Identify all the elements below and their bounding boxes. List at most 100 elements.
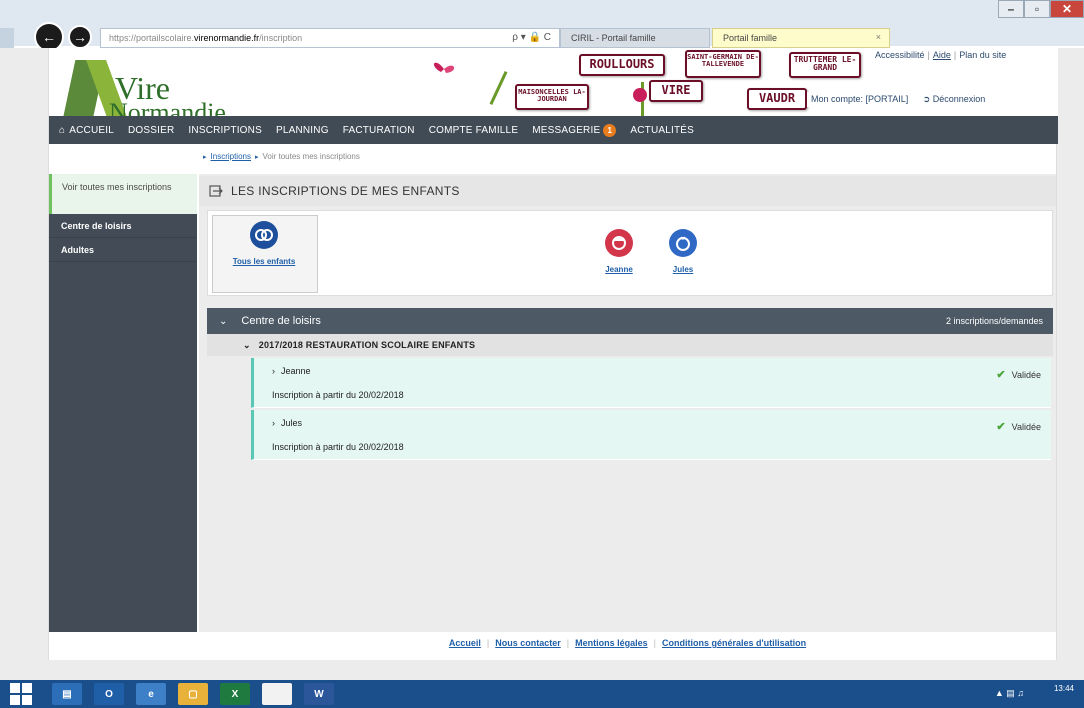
child-name: Jules: [672, 265, 694, 274]
tab-portail-famille[interactable]: Portail famille ×: [712, 28, 890, 48]
sign-vaudry: VAUDR: [747, 88, 807, 110]
internet-explorer-icon[interactable]: e: [136, 683, 166, 705]
main-content: LES INSCRIPTIONS DE MES ENFANTS Tous les…: [199, 174, 1056, 632]
sign-roullours: ROULLOURS: [579, 54, 665, 76]
separator: |: [566, 638, 570, 648]
child-all[interactable]: Tous les enfants: [216, 221, 312, 266]
tab-label: Portail famille: [723, 33, 778, 43]
nav-label: ACCUEIL: [69, 124, 114, 136]
address-bar[interactable]: https://portailscolaire.virenormandie.fr…: [100, 28, 560, 48]
sidebar-item-voir-toutes[interactable]: Voir toutes mes inscriptions: [49, 174, 197, 214]
breadcrumb: ▸ Inscriptions ▸ Voir toutes mes inscriptio…: [199, 152, 360, 161]
logo-text-2: Normandie: [109, 98, 226, 117]
address-icons[interactable]: ρ ▾ 🔒 C: [512, 32, 551, 43]
logout-link[interactable]: ➲ Déconnexion: [923, 94, 986, 104]
file-explorer-icon[interactable]: ▢: [178, 683, 208, 705]
tab-ciril[interactable]: CIRIL - Portail famille: [560, 28, 710, 48]
inscription-count: 2 inscriptions/demandes: [945, 316, 1043, 326]
children-selector: Tous les enfants Jeanne Jules: [207, 210, 1053, 296]
breadcrumb-current: Voir toutes mes inscriptions: [262, 152, 360, 161]
site-container: Vire Normandie ROULLOURS SAINT-GERMAIN D…: [48, 48, 1058, 660]
sign-maisoncelles: MAISONCELLES LA-JOURDAN: [515, 84, 589, 110]
footer-link-mentions[interactable]: Mentions légales: [575, 638, 648, 648]
maximize-button[interactable]: ▫: [1024, 0, 1050, 18]
sidebar: Voir toutes mes inscriptions Centre de l…: [49, 174, 197, 632]
server-manager-icon[interactable]: ▤: [52, 683, 82, 705]
flower-icon: [633, 88, 647, 102]
row-name: › Jules: [272, 418, 302, 428]
breadcrumb-link-inscriptions[interactable]: Inscriptions: [211, 152, 251, 161]
logout-icon: ➲: [922, 94, 933, 104]
link-aide[interactable]: Aide: [933, 50, 951, 60]
girl-avatar-icon: [605, 229, 633, 257]
separator: |: [953, 50, 957, 60]
status-label: Validée: [1011, 369, 1041, 380]
taskbar: ▤ O e ▢ X W ▲ ▤ ♫ 13:44: [0, 680, 1084, 708]
chevron-right-icon: ›: [272, 366, 275, 376]
system-tray-icons[interactable]: ▲ ▤ ♫: [995, 688, 1024, 699]
nav-compte-famille[interactable]: COMPTE FAMILLE: [429, 125, 519, 136]
link-plan-du-site[interactable]: Plan du site: [959, 50, 1006, 60]
close-icon[interactable]: ×: [876, 32, 881, 42]
page-title-label: LES INSCRIPTIONS DE MES ENFANTS: [231, 184, 460, 198]
sidebar-item-adultes[interactable]: Adultes: [49, 238, 197, 262]
chevron-down-icon: ⌄: [243, 339, 251, 350]
breadcrumb-arrow-icon: ▸: [203, 154, 207, 161]
clock[interactable]: 13:44: [1054, 684, 1074, 694]
sidebar-item-centre-de-loisirs[interactable]: Centre de loisirs: [49, 214, 197, 238]
activity-header[interactable]: ⌄ 2017/2018 RESTAURATION SCOLAIRE ENFANT…: [207, 334, 1053, 356]
activity-title: 2017/2018 RESTAURATION SCOLAIRE ENFANTS: [258, 340, 476, 350]
group-header-centre-de-loisirs[interactable]: ⌄ Centre de loisirs 2 inscriptions/deman…: [207, 308, 1053, 334]
logo[interactable]: Vire Normandie: [62, 52, 269, 117]
registration-icon: [209, 185, 223, 197]
footer-link-accueil[interactable]: Accueil: [449, 638, 481, 648]
logout-label: Déconnexion: [932, 94, 986, 104]
nav-accueil[interactable]: ⌂ ACCUEIL: [59, 125, 114, 136]
url-domain: virenormandie.fr: [194, 33, 260, 43]
inscription-row[interactable]: › Jeanne Inscription à partir du 20/02/20…: [251, 358, 1051, 408]
word-icon[interactable]: W: [304, 683, 334, 705]
chevron-right-icon: ›: [272, 418, 275, 428]
excel-icon[interactable]: X: [220, 683, 250, 705]
decor-stem: [489, 71, 508, 105]
nav-inscriptions[interactable]: INSCRIPTIONS: [188, 125, 262, 136]
url-prefix: https://portailscolaire.: [109, 33, 195, 43]
separator: |: [927, 50, 930, 60]
page-title: LES INSCRIPTIONS DE MES ENFANTS: [199, 176, 1056, 206]
nav-actualites[interactable]: ACTUALITÉS: [630, 125, 694, 136]
row-child-name: Jules: [281, 418, 303, 428]
close-window-button[interactable]: ✕: [1050, 0, 1084, 18]
minimize-button[interactable]: –: [998, 0, 1024, 18]
blank-window-icon[interactable]: [262, 683, 292, 705]
row-name: › Jeanne: [272, 366, 311, 376]
unread-badge: 1: [603, 123, 617, 137]
nav-facturation[interactable]: FACTURATION: [343, 125, 415, 136]
footer: Accueil | Nous contacter | Mentions légales |…: [199, 632, 1056, 656]
chevron-down-icon: ⌄: [219, 315, 228, 327]
boy-avatar-icon: [669, 229, 697, 257]
inscription-row[interactable]: › Jules Inscription à partir du 20/02/201…: [251, 410, 1051, 460]
footer-link-contact[interactable]: Nous contacter: [495, 638, 561, 648]
account-link[interactable]: Mon compte: [PORTAIL]: [811, 94, 908, 104]
sign-truttemer: TRUTTEMER LE-GRAND: [789, 52, 861, 78]
status-badge: ✔ Validée: [996, 420, 1041, 433]
status-label: Validée: [1011, 421, 1041, 432]
row-child-name: Jeanne: [281, 366, 311, 376]
nav-dossier[interactable]: DOSSIER: [128, 125, 174, 136]
windows-start-icon[interactable]: [10, 683, 32, 705]
nav-messagerie[interactable]: MESSAGERIE 1: [532, 123, 617, 137]
child-jeanne[interactable]: Jeanne: [594, 229, 644, 274]
site-header: Vire Normandie ROULLOURS SAINT-GERMAIN D…: [49, 48, 1058, 116]
group-title: Centre de loisirs: [241, 315, 321, 327]
forward-button[interactable]: →: [68, 25, 92, 49]
nav-planning[interactable]: PLANNING: [276, 125, 329, 136]
footer-link-cgu[interactable]: Conditions générales d'utilisation: [662, 638, 806, 648]
child-name: Tous les enfants: [232, 257, 296, 266]
outlook-icon[interactable]: O: [94, 683, 124, 705]
group-avatar-icon: [250, 221, 278, 249]
row-date: Inscription à partir du 20/02/2018: [272, 442, 404, 452]
child-jules[interactable]: Jules: [658, 229, 708, 274]
window-controls: – ▫ ✕: [998, 0, 1084, 18]
link-accessibilite[interactable]: Accessibilité: [875, 50, 925, 60]
browser-toolbar: ← → https://portailscolaire.virenormandi…: [0, 0, 1084, 52]
